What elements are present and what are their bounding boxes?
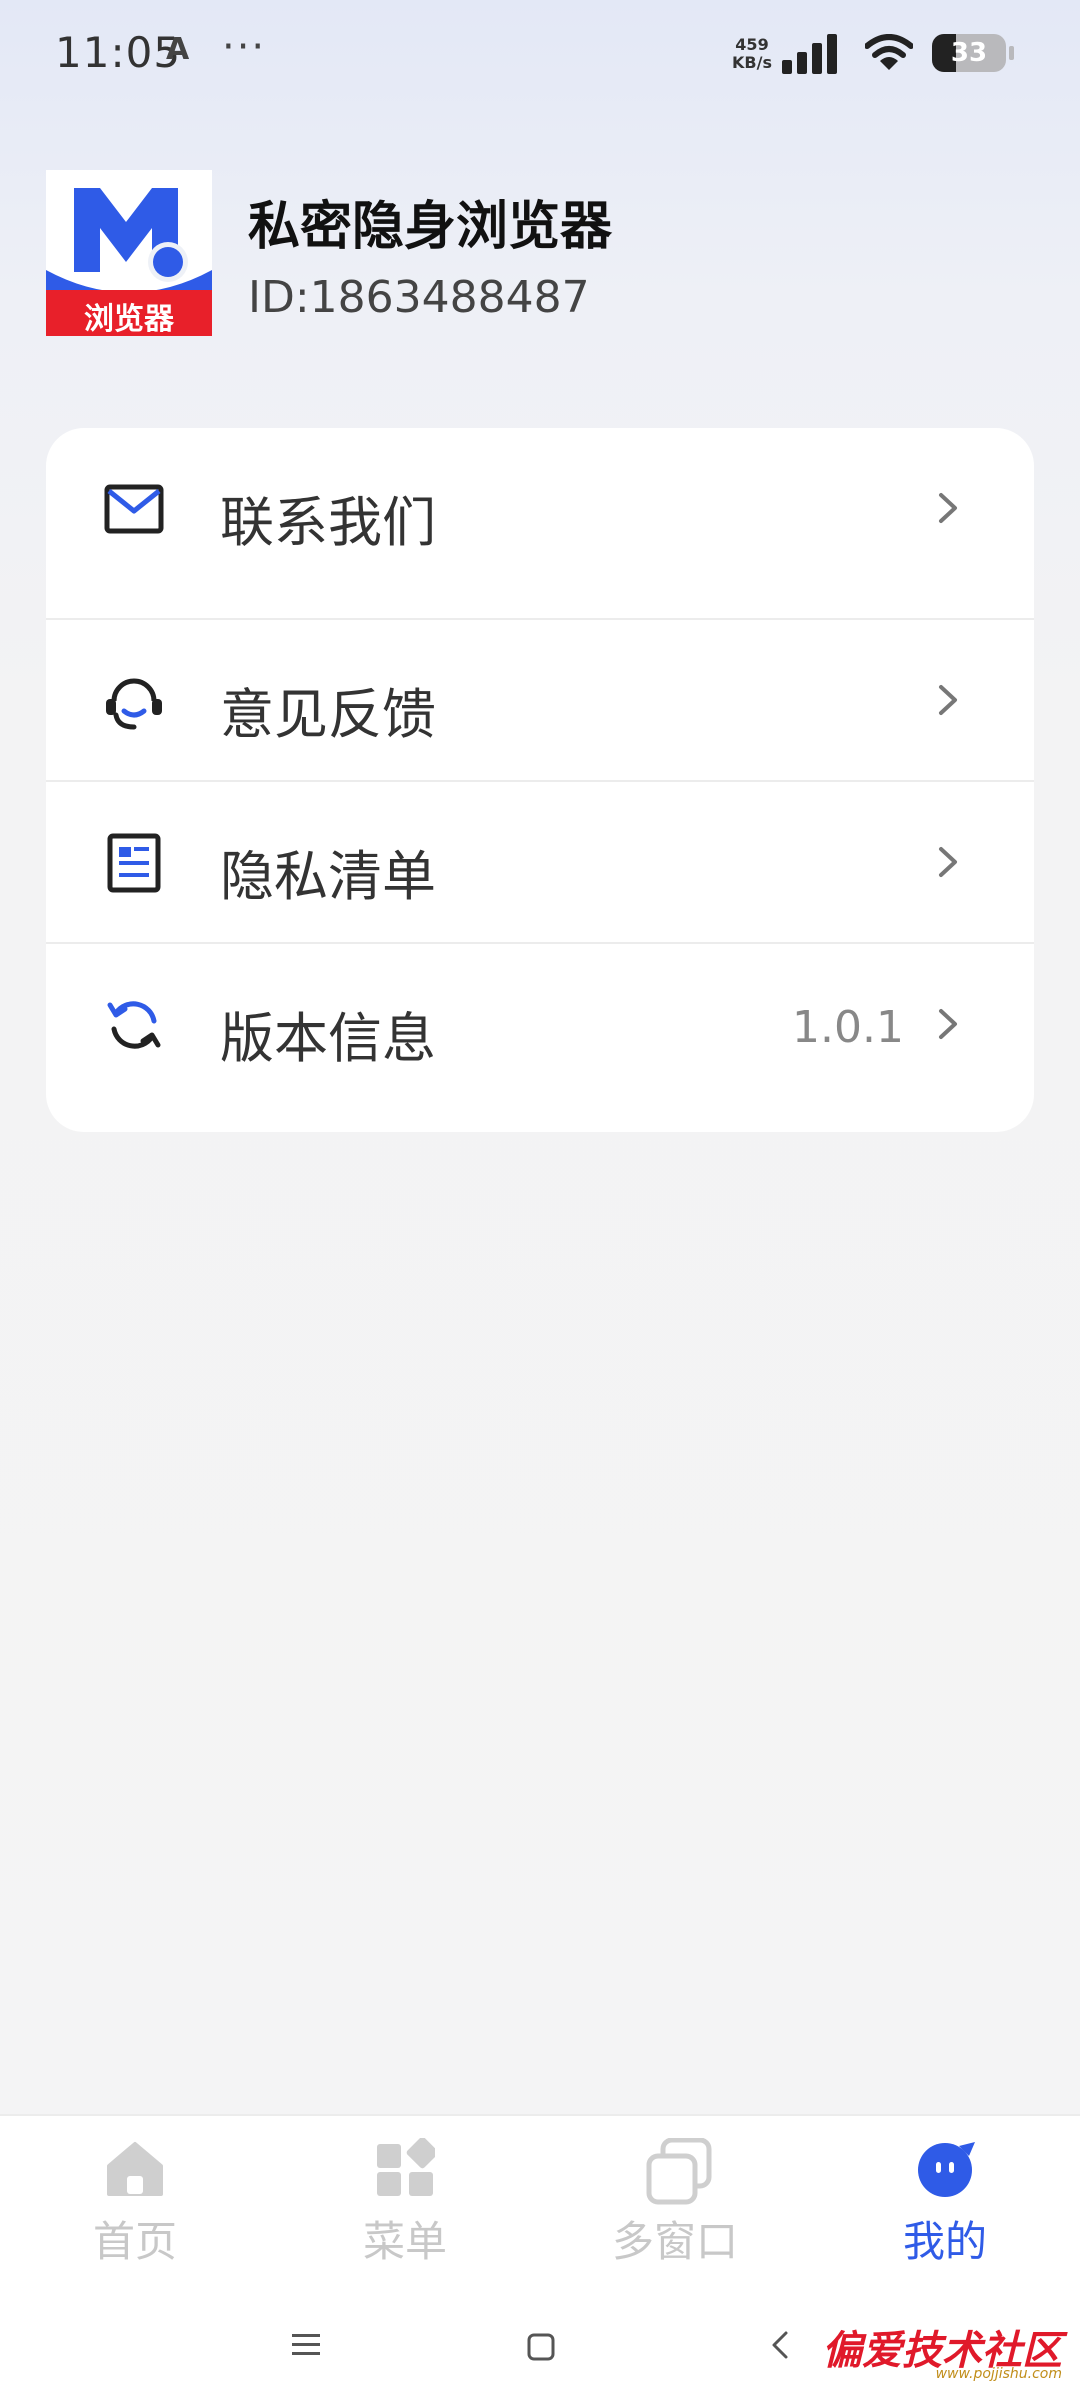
status-time: 11:05 xyxy=(55,28,182,77)
nav-label: 我的 xyxy=(902,2217,987,2266)
recent-apps-icon[interactable] xyxy=(290,2330,322,2360)
user-id: ID:1863488487 xyxy=(248,272,590,323)
menu-item-feedback[interactable]: 意见反馈 xyxy=(46,620,1034,782)
nav-tab-home[interactable]: 首页 xyxy=(0,2116,270,2306)
chevron-right-icon xyxy=(939,685,957,715)
nav-label: 首页 xyxy=(92,2217,177,2266)
menu-item-label: 隐私清单 xyxy=(220,845,436,908)
more-notifications-icon: ··· xyxy=(222,24,267,70)
watermark-url: www.pojjishu.com xyxy=(935,2366,1062,2382)
battery-level: 33 xyxy=(950,38,988,68)
bottom-navigation: 首页 菜单 多窗口 我的 xyxy=(0,2114,1080,2306)
system-home-icon[interactable] xyxy=(526,2332,556,2362)
nav-tab-menu[interactable]: 菜单 xyxy=(270,2116,540,2306)
app-logo-text: 浏览器 xyxy=(84,302,174,336)
settings-menu-card: 联系我们 意见反馈 隐私清单 版本信息 1.0.1 xyxy=(46,428,1034,1132)
wifi-icon xyxy=(865,34,913,70)
menu-item-label: 联系我们 xyxy=(220,491,436,554)
network-speed-value: 459 xyxy=(735,35,769,54)
status-bar: 11:05 A ··· 459 KB/s 33 xyxy=(0,0,1080,110)
system-back-icon[interactable] xyxy=(766,2330,796,2360)
menu-item-label: 版本信息 xyxy=(220,1007,436,1070)
profile-face-icon xyxy=(918,2142,975,2197)
app-name: 私密隐身浏览器 xyxy=(248,197,613,257)
battery-icon: 33 xyxy=(932,34,1014,72)
menu-item-privacy-list[interactable]: 隐私清单 xyxy=(46,782,1034,944)
refresh-icon xyxy=(107,1001,161,1049)
home-icon xyxy=(107,2142,163,2196)
mail-icon xyxy=(104,484,164,534)
document-list-icon xyxy=(107,833,161,893)
chevron-right-icon xyxy=(939,847,957,877)
app-logo: 浏览器 xyxy=(46,170,212,336)
menu-item-version-info[interactable]: 版本信息 1.0.1 xyxy=(46,944,1034,1106)
chevron-right-icon xyxy=(939,1009,957,1039)
menu-item-label: 意见反馈 xyxy=(220,683,436,746)
network-speed: 459 KB/s xyxy=(722,36,782,72)
signal-icon xyxy=(782,34,837,74)
nav-label: 多窗口 xyxy=(611,2217,738,2266)
network-speed-unit: KB/s xyxy=(732,53,772,72)
nav-tab-mine[interactable]: 我的 xyxy=(810,2116,1080,2306)
nav-tab-multi-window[interactable]: 多窗口 xyxy=(540,2116,810,2306)
multi-window-icon xyxy=(646,2138,712,2205)
menu-item-contact-us[interactable]: 联系我们 xyxy=(46,428,1034,590)
nav-label: 菜单 xyxy=(362,2217,447,2266)
headset-icon xyxy=(106,678,162,730)
notification-a-icon: A xyxy=(166,32,190,67)
grid-menu-icon xyxy=(377,2138,435,2196)
chevron-right-icon xyxy=(939,493,957,523)
version-number: 1.0.1 xyxy=(792,1002,904,1053)
